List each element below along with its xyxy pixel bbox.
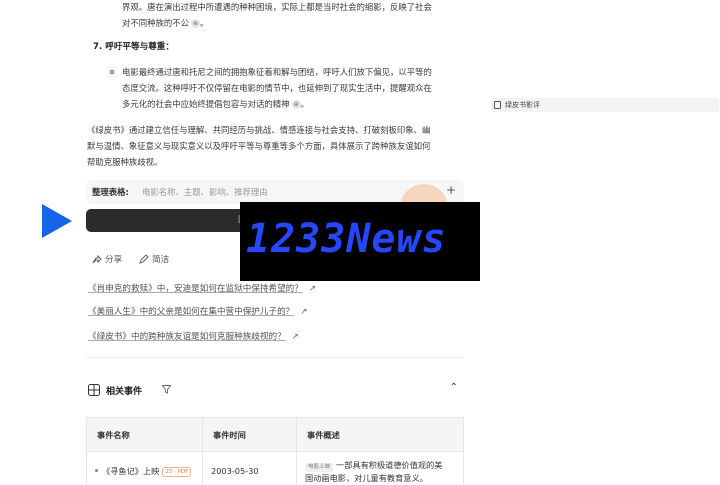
chevron-up-icon[interactable]: ⌃	[450, 382, 458, 393]
event-name-cell[interactable]: 《寻鱼记》上映 25 · PDF	[86, 451, 203, 485]
reference-icon[interactable]: ⊕	[191, 19, 200, 28]
paragraph-line: 对不同种族的不公 ⊕。	[122, 18, 209, 28]
play-arrow-icon	[42, 204, 72, 238]
bullet-line: 多元化的社会中应始终提倡包容与对话的精神 ⊕。	[122, 99, 309, 109]
column-header: 事件名称	[86, 417, 203, 452]
book-icon	[494, 101, 501, 109]
related-question-text: 《绿皮书》中的跨种族友谊是如何克服种族歧视的？	[88, 332, 286, 342]
event-summary-cell: 电影上映 一部具有积极道德价值观的美国动画电影，对儿童有教育意义。	[296, 451, 464, 485]
category-badge: 电影上映	[305, 462, 334, 472]
simplify-label: 简洁	[152, 255, 170, 265]
summary-line: 《绿皮书》通过建立信任与理解、共同经历与挑战、情感连接与社会支持、打破刻板印象、…	[87, 125, 431, 135]
external-link-icon: ↗	[291, 332, 299, 342]
external-link-icon: ↗	[300, 307, 308, 317]
column-header: 事件概述	[296, 417, 464, 452]
organize-table-label: 整理表格:	[92, 187, 129, 197]
event-summary-text: 国动画电影，对儿童有教育意义。	[305, 472, 428, 483]
share-icon	[92, 254, 102, 264]
summary-paragraph: 《绿皮书》通过建立信任与理解、共同经历与挑战、情感连接与社会支持、打破刻板印象、…	[87, 122, 465, 170]
event-time-cell: 2003-05-30	[202, 451, 297, 485]
watermark-text: 1233News	[246, 216, 447, 262]
related-question-link[interactable]: 《绿皮书》中的跨种族友谊是如何克服种族歧视的？ ↗	[88, 330, 299, 342]
bullet-icon	[110, 70, 114, 74]
watermark-logo: 1233News	[240, 202, 480, 281]
pencil-icon	[139, 254, 149, 264]
event-summary-text: 一部具有积极道德价值观的美	[336, 459, 443, 470]
organize-table-hint: 电影名称、主题、影响、推荐理由	[142, 187, 268, 197]
related-question-link[interactable]: 《肖申克的救赎》中，安迪是如何在监狱中保持希望的？ ↗	[88, 282, 316, 294]
related-question-text: 《肖申克的救赎》中，安迪是如何在监狱中保持希望的？	[88, 284, 303, 294]
events-table: 事件名称 事件时间 事件概述 《寻鱼记》上映 25 · PDF 2003-05-3…	[86, 417, 464, 485]
bullet-line: 电影最终通过唐和托尼之间的拥抱象征着和解与团结，呼吁人们放下偏见，以平等的	[122, 67, 432, 77]
source-chip-label: 绿皮书影评	[505, 101, 540, 109]
bullet-text: 多元化的社会中应始终提倡包容与对话的精神	[122, 99, 290, 109]
section-heading: 7. 呼吁平等与尊重：	[93, 42, 174, 52]
bullet-icon	[95, 469, 98, 472]
event-name: 《寻鱼记》上映	[102, 466, 160, 476]
divider	[86, 357, 464, 358]
paragraph-line: 界观。唐在演出过程中所遭遇的种种困境，实际上都是当时社会的缩影，反映了社会	[122, 2, 432, 12]
external-link-icon: ↗	[308, 284, 317, 294]
source-chip[interactable]: 绿皮书影评	[491, 98, 719, 112]
column-header: 事件时间	[202, 417, 297, 452]
bullet-line: 态度交流。这种呼吁不仅停留在电影的情节中，也延伸到了现实生活中，提醒观众在	[122, 83, 432, 93]
share-label: 分享	[105, 255, 123, 265]
share-button[interactable]: 分享	[92, 253, 122, 265]
simplify-button[interactable]: 简洁	[139, 253, 169, 265]
filter-icon[interactable]	[162, 385, 171, 394]
related-events-header[interactable]: 相关事件 ⌃	[86, 382, 464, 399]
paragraph-text: 对不同种族的不公	[122, 18, 189, 28]
related-events-title: 相关事件	[106, 387, 143, 397]
summary-line: 帮助克服种族歧视。	[87, 157, 163, 167]
table-row[interactable]: 《寻鱼记》上映 25 · PDF 2003-05-30 电影上映 一部具有积极道德价…	[86, 451, 464, 485]
table-header-row: 事件名称 事件时间 事件概述	[86, 417, 464, 452]
summary-line: 默与温情、象征意义与现实意义以及呼吁平等与尊重等多个方面，具体展示了跨种族友谊如…	[87, 141, 431, 151]
grid-icon	[88, 384, 100, 396]
plus-icon[interactable]: +	[446, 183, 456, 197]
related-question-link[interactable]: 《美丽人生》中的父亲是如何在集中营中保护儿子的？ ↗	[88, 305, 307, 317]
related-question-text: 《美丽人生》中的父亲是如何在集中营中保护儿子的？	[88, 307, 295, 317]
reference-icon[interactable]: ⊕	[291, 100, 301, 109]
source-tag[interactable]: 25 · PDF	[162, 467, 192, 477]
